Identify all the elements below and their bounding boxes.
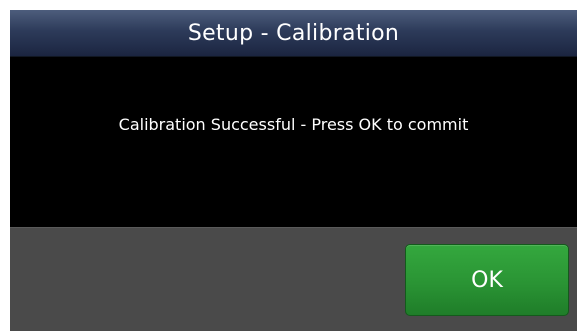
ok-button[interactable]: OK <box>405 244 569 316</box>
dialog-footer: OK <box>10 227 577 331</box>
calibration-message: Calibration Successful - Press OK to com… <box>118 115 469 134</box>
dialog-title: Setup - Calibration <box>187 20 400 46</box>
message-area: Calibration Successful - Press OK to com… <box>10 57 577 227</box>
title-bar: Setup - Calibration <box>10 10 577 57</box>
calibration-dialog: Setup - Calibration Calibration Successf… <box>10 10 577 331</box>
